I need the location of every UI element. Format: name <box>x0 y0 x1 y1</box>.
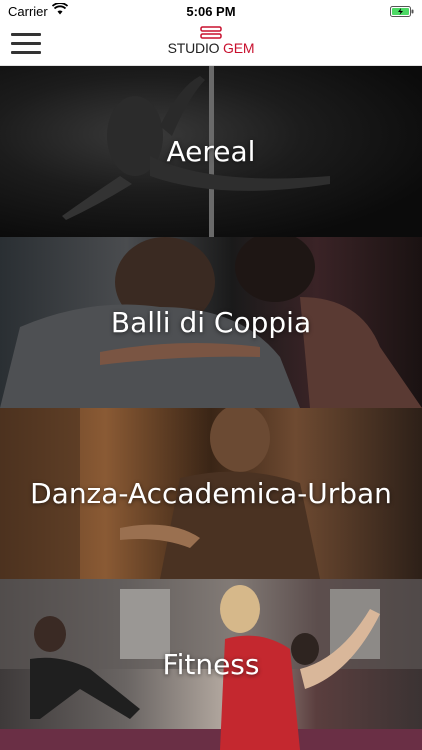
category-tile-balli-di-coppia[interactable]: Balli di Coppia <box>0 237 422 408</box>
category-tile-aereal[interactable]: Aereal <box>0 66 422 237</box>
navigation-bar: STUDIO GEM <box>0 22 422 66</box>
category-label: Aereal <box>166 135 256 168</box>
category-tile-fitness[interactable]: Fitness <box>0 579 422 750</box>
category-label: Danza-Accademica-Urban <box>30 477 392 510</box>
logo-mark-icon <box>200 26 222 39</box>
clock: 5:06 PM <box>186 4 236 19</box>
category-tile-danza-accademica-urban[interactable]: Danza-Accademica-Urban <box>0 408 422 579</box>
battery-charging-icon <box>390 5 414 17</box>
status-bar: Carrier 5:06 PM <box>0 0 422 22</box>
category-list: Aereal Balli di Coppia Danza-Accademica-… <box>0 66 422 750</box>
logo-text: STUDIO GEM <box>167 40 255 56</box>
category-label: Balli di Coppia <box>110 306 312 339</box>
studio-gem-logo: STUDIO GEM <box>0 26 422 62</box>
category-label: Fitness <box>162 648 260 681</box>
